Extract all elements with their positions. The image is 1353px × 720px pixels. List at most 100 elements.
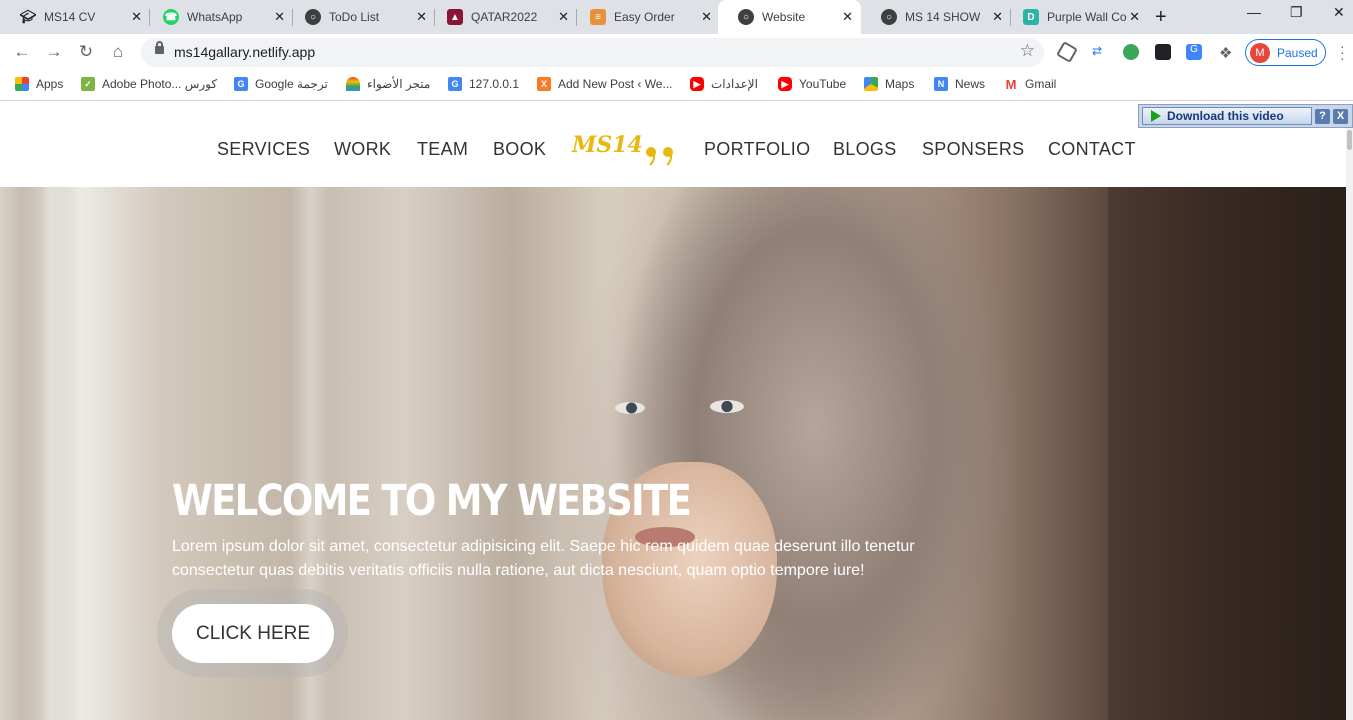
bookmark-localhost[interactable]: G 127.0.0.1	[448, 77, 519, 91]
tab-ms14-show[interactable]: ○ MS 14 SHOW ✕	[861, 0, 1011, 34]
bookmark-label: Add New Post ‹ We...	[558, 77, 673, 91]
globe-icon: ○	[305, 9, 321, 25]
tab-title: QATAR2022	[471, 10, 538, 24]
bookmark-adobe[interactable]: ✓ Adobe Photo... كورس	[81, 77, 217, 91]
globe-extension-icon[interactable]	[1123, 44, 1139, 60]
profile-button[interactable]: M Paused	[1245, 39, 1326, 66]
bookmark-maps[interactable]: Maps	[864, 77, 914, 91]
address-bar[interactable]: ms14gallary.netlify.app ☆	[141, 38, 1044, 67]
tab-todo-list[interactable]: ○ ToDo List ✕	[285, 0, 435, 34]
lock-icon	[155, 41, 164, 54]
hero-text: Lorem ipsum dolor sit amet, consectetur …	[172, 538, 915, 579]
tab-title: WhatsApp	[187, 10, 243, 24]
bookmark-label: News	[955, 77, 986, 91]
bookmark-settings[interactable]: ▶ الإعدادات	[690, 77, 758, 91]
graduation-cap-icon: 🎓︎	[19, 9, 37, 24]
reload-icon[interactable]: ↻	[76, 42, 96, 62]
tab-title: MS 14 SHOW	[905, 10, 981, 24]
youtube-icon: ▶	[690, 77, 704, 91]
puzzle-extensions-icon[interactable]: ❖	[1219, 44, 1235, 62]
bookmark-gmail[interactable]: M Gmail	[1004, 77, 1057, 92]
document-icon: ≡	[590, 9, 606, 25]
bookmark-label: الإعدادات	[711, 77, 758, 91]
close-icon[interactable]: ✕	[1129, 9, 1140, 25]
bookmark-apps[interactable]: Apps	[15, 77, 63, 91]
download-video-button[interactable]: Download this video	[1142, 107, 1312, 125]
close-icon[interactable]: X	[1333, 108, 1348, 124]
tab-title: Website	[762, 10, 806, 24]
translate-icon: G	[448, 77, 462, 91]
url-text[interactable]: ms14gallary.netlify.app	[174, 44, 315, 60]
bookmark-star-icon[interactable]: ☆	[1020, 41, 1035, 61]
bookmark-news[interactable]: N News	[934, 77, 985, 91]
close-icon[interactable]: ✕	[842, 9, 853, 25]
news-icon: N	[934, 77, 948, 91]
browser-toolbar: ← → ↻ ⌂ ms14gallary.netlify.app ☆ ⇄ G ❖ …	[0, 34, 1353, 71]
menu-kebab-icon[interactable]: · · ·	[1340, 39, 1345, 65]
bookmark-label: Google ترجمة	[255, 77, 328, 91]
youtube-icon: ▶	[778, 77, 792, 91]
nav-blogs[interactable]: BLOGS	[833, 139, 897, 160]
bookmark-youtube[interactable]: ▶ YouTube	[778, 77, 846, 91]
page-scrollbar[interactable]	[1346, 128, 1353, 720]
translate-icon: G	[234, 77, 248, 91]
nav-team[interactable]: TEAM	[417, 139, 468, 160]
close-window-icon[interactable]: ✕	[1333, 4, 1345, 21]
new-tab-button[interactable]: +	[1155, 6, 1167, 29]
d-icon: D	[1023, 9, 1039, 25]
nav-sponsers[interactable]: SPONSERS	[922, 139, 1024, 160]
help-icon[interactable]: ?	[1315, 108, 1330, 124]
tab-qatar2022[interactable]: ▲ QATAR2022 ✕	[427, 0, 577, 34]
minimize-icon[interactable]: —	[1247, 4, 1261, 20]
restore-icon[interactable]: ❐	[1290, 4, 1303, 21]
bookmark-light-store[interactable]: متجر الأضواء	[346, 77, 430, 91]
apps-grid-icon	[15, 77, 29, 91]
download-label: Download this video	[1167, 109, 1284, 123]
maps-icon	[864, 77, 878, 91]
bookmark-label: YouTube	[799, 77, 847, 91]
hero-title: WELCOME TO MY WEBSITE	[172, 476, 692, 526]
bookmark-label: Maps	[885, 77, 915, 91]
tab-ms14-cv[interactable]: 🎓︎ MS14 CV ✕	[0, 0, 150, 34]
home-icon[interactable]: ⌂	[108, 42, 128, 62]
tab-title: ToDo List	[329, 10, 380, 24]
bookmarks-bar: Apps ✓ Adobe Photo... كورس G Google ترجمة …	[0, 71, 1353, 101]
bookmark-add-new-post[interactable]: X Add New Post ‹ We...	[537, 77, 673, 91]
whatsapp-icon: ☎	[163, 9, 179, 25]
tab-purple-wall[interactable]: D Purple Wall Co ✕	[1003, 0, 1148, 34]
tab-website[interactable]: ○ Website ✕	[718, 0, 861, 34]
xampp-icon: X	[537, 77, 551, 91]
close-icon[interactable]: ✕	[992, 9, 1003, 25]
globe-icon: ○	[738, 9, 754, 25]
cube-extension-icon[interactable]	[1056, 41, 1078, 63]
background-door	[1108, 187, 1346, 720]
rainbow-icon	[346, 77, 360, 91]
nav-services[interactable]: SERVICES	[217, 139, 310, 160]
tab-easy-order[interactable]: ≡ Easy Order ✕	[570, 0, 720, 34]
eyes-extension-icon[interactable]	[1155, 44, 1171, 60]
close-icon[interactable]: ✕	[416, 9, 427, 25]
profile-status: Paused	[1277, 45, 1318, 60]
close-icon[interactable]: ✕	[131, 9, 142, 25]
arrows-extension-icon[interactable]: ⇄	[1092, 44, 1108, 60]
click-here-button[interactable]: CLICK HERE	[172, 604, 334, 663]
bookmark-label: Gmail	[1025, 77, 1057, 91]
nav-contact[interactable]: CONTACT	[1048, 139, 1136, 160]
translate-extension-icon[interactable]: G	[1186, 44, 1202, 60]
logo-flourish-icon	[646, 147, 673, 166]
back-arrow-icon[interactable]: ←	[12, 42, 32, 62]
site-logo[interactable]: MS14	[572, 132, 643, 158]
nav-work[interactable]: WORK	[334, 139, 391, 160]
bookmark-label: Apps	[36, 77, 64, 91]
tab-whatsapp[interactable]: ☎ WhatsApp ✕	[143, 0, 293, 34]
tab-strip: 🎓︎ MS14 CV ✕ ☎ WhatsApp ✕ ○ ToDo List ✕ …	[0, 0, 1353, 34]
nav-portfolio[interactable]: PORTFOLIO	[704, 139, 810, 160]
close-icon[interactable]: ✕	[274, 9, 285, 25]
nav-book[interactable]: BOOK	[493, 139, 546, 160]
close-icon[interactable]: ✕	[701, 9, 712, 25]
qatar-icon: ▲	[447, 9, 463, 25]
forward-arrow-icon[interactable]: →	[44, 42, 64, 62]
bookmark-google-translate[interactable]: G Google ترجمة	[234, 77, 328, 91]
close-icon[interactable]: ✕	[558, 9, 569, 25]
scrollbar-thumb[interactable]	[1347, 130, 1352, 150]
